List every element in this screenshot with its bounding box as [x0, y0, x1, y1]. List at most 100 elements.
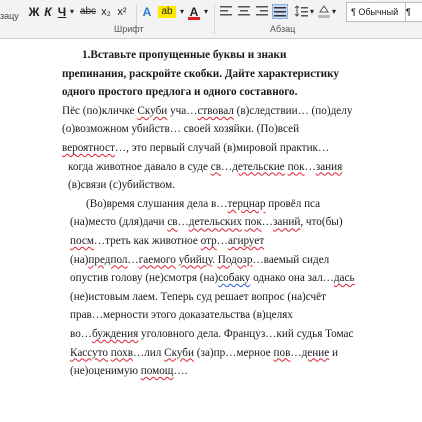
text-effects-icon[interactable]: A	[140, 4, 154, 20]
ribbon-separator	[214, 4, 215, 34]
paragraph-line: во…буждения уголовного дела. Француз…кий…	[70, 328, 353, 340]
text-run: провёл пса	[265, 197, 321, 210]
misspelled-word: агирует	[227, 235, 265, 247]
text-run: (не)оценимую	[70, 365, 141, 378]
paragraph-line: Кассуто похв…лил Скуби (за)пр…мерное пов…	[70, 347, 338, 359]
justify-icon[interactable]	[272, 4, 288, 19]
text-run: (в)следствии… (по)делу	[233, 104, 353, 117]
ribbon: зацу Ж К Ч ▾ abc x₂ x² A ab ▾ A ▾ ▾ ▾ ¶ …	[0, 0, 422, 39]
misspelled-word: дение	[301, 346, 330, 359]
text-run: …	[304, 160, 316, 173]
font-color-button[interactable]: A	[188, 4, 200, 20]
paragraph-line: (на)предпол…гаемого убийцу. Подозр…ваемы…	[70, 254, 329, 266]
paragraph-line: (на)место (для)дачи св…детельских пок…за…	[70, 216, 343, 228]
text-run: …	[216, 235, 228, 247]
misspelled-word: Скуби	[137, 104, 168, 117]
text-run: (не)истовым лаем. Теперь суд решает вопр…	[70, 290, 326, 303]
text-run: …треть как животное	[93, 235, 201, 247]
misspelled-word: св	[167, 216, 178, 229]
text-run: и	[329, 346, 338, 359]
misspelled-word: пов	[273, 346, 291, 359]
text-run: (на)	[70, 253, 89, 266]
highlight-button[interactable]: ab	[158, 6, 176, 18]
paragraph-line: вероятност…, это первый случай (в)мирово…	[62, 142, 329, 154]
misspelled-word: ствовал	[197, 104, 234, 117]
chevron-down-icon[interactable]: ▾	[178, 4, 186, 20]
chevron-down-icon[interactable]: ▾	[330, 4, 338, 20]
align-left-icon[interactable]	[220, 6, 232, 16]
superscript-button[interactable]: x²	[114, 4, 130, 20]
italic-button[interactable]: К	[42, 4, 54, 20]
document-page[interactable]: 1.Вставьте пропущенные буквы и знаки преп…	[0, 39, 422, 422]
text-run: когда животное давало в суде	[68, 160, 211, 173]
paragraph-line: прав…мерности этого доказательства (в)це…	[70, 309, 293, 321]
paragraph-line: (о)возможном убийств… своей хозяйки. (По…	[62, 123, 299, 135]
text-run: (в)связи (с)убийством.	[68, 179, 176, 192]
text-run: Пёс (по)кличке	[62, 104, 138, 117]
text-run: …	[261, 216, 273, 229]
misspelled-word: вероятност	[62, 142, 115, 154]
strikethrough-button[interactable]: abc	[78, 4, 98, 20]
text-run: однако она зал…	[250, 272, 334, 285]
misspelled-word: Скуби	[164, 346, 194, 359]
align-center-icon[interactable]	[238, 6, 250, 16]
text-run: уча…	[167, 104, 198, 117]
ribbon-left-label: зацу	[0, 11, 19, 21]
misspelled-word: заний	[272, 216, 301, 229]
paragraph-line: (Во)время слушания дела в…терцнар провёл…	[86, 198, 320, 210]
misspelled-word: св	[210, 160, 222, 173]
misspelled-word: Подозр	[217, 253, 253, 266]
misspelled-word: гаемого	[138, 253, 176, 266]
shading-icon[interactable]	[318, 4, 330, 18]
text-run: …	[177, 216, 189, 229]
paragraph-line: опустив голову (не)смотря (на)собаку одн…	[70, 272, 355, 284]
chevron-down-icon[interactable]: ▾	[308, 4, 316, 20]
paragraph-line: Пёс (по)кличке Скуби уча…ствовал (в)след…	[62, 105, 352, 117]
misspelled-word: похв	[110, 346, 133, 359]
misspelled-word: помощ	[140, 365, 174, 378]
misspelled-word: собаку	[218, 272, 251, 285]
paragraph-line: посм…треть как животное отр…агирует	[70, 235, 264, 247]
misspelled-word: детельских	[188, 216, 242, 229]
misspelled-word: дась	[333, 272, 355, 285]
font-group-label: Шрифт	[114, 24, 144, 34]
heading-line: 1.Вставьте пропущенные буквы и знаки	[82, 49, 287, 61]
text-run: прав…мерности этого доказательства (в)це…	[70, 309, 293, 322]
chevron-down-icon[interactable]: ▾	[68, 4, 76, 20]
misspelled-word: терцнар	[227, 197, 266, 210]
misspelled-word: зания	[315, 160, 343, 173]
paragraph-group-label: Абзац	[270, 24, 296, 34]
align-right-icon[interactable]	[256, 6, 268, 16]
text-run: ….	[173, 365, 188, 378]
style-no-spacing[interactable]: ¶ Бе	[405, 2, 422, 22]
misspelled-word: пок	[287, 160, 305, 173]
misspelled-word: посм	[70, 235, 94, 247]
paragraph-line: (не)оценимую помощ….	[70, 365, 187, 377]
text-run: уголовного дела. Француз…кий судья Томас	[138, 328, 354, 340]
paragraph-line: (не)истовым лаем. Теперь суд решает вопр…	[70, 291, 326, 303]
text-run: , что(бы)	[300, 216, 343, 229]
misspelled-word: пок	[244, 216, 262, 229]
chevron-down-icon[interactable]: ▾	[202, 4, 210, 20]
subscript-button[interactable]: x₂	[98, 4, 114, 20]
underline-button[interactable]: Ч	[56, 4, 68, 20]
line-spacing-icon[interactable]	[294, 5, 308, 17]
misspelled-word: предпол	[88, 253, 128, 266]
text-run: …лил	[132, 346, 165, 359]
text-run: (Во)время слушания дела в…	[86, 197, 228, 210]
text-run: …, это первый случай (в)мировой практик…	[114, 142, 330, 154]
text-run: во…	[70, 328, 92, 340]
text-run: …	[127, 253, 139, 266]
text-run: (за)пр…мерное	[194, 346, 274, 359]
text-run: …ваемый сидел	[252, 253, 330, 266]
text-run: …	[221, 160, 233, 173]
misspelled-word: буждения	[92, 328, 139, 340]
heading-line: одного простого предлога и одного состав…	[62, 86, 298, 99]
misspelled-word: убийцу	[178, 253, 213, 266]
misspelled-word: отр	[200, 235, 217, 247]
text-run: …	[290, 346, 302, 359]
misspelled-word: детельские	[232, 160, 285, 173]
bold-button[interactable]: Ж	[28, 4, 40, 20]
text-run: (о)возможном убийств… своей хозяйки. (По…	[62, 123, 300, 136]
misspelled-word: Кассуто	[70, 346, 108, 359]
